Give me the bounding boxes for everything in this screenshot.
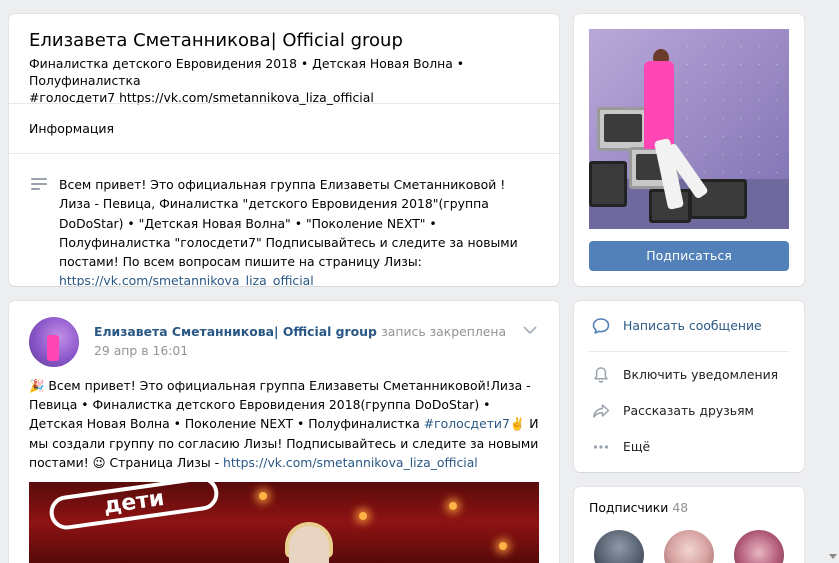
subscribe-button[interactable]: Подписаться [589,241,789,271]
followers-card: Подписчики 48 [574,487,804,563]
share-action[interactable]: Рассказать друзьям [574,394,804,428]
divider [9,103,559,104]
description-link[interactable]: https://vk.com/smetannikova_liza_officia… [59,273,314,286]
info-title[interactable]: Информация [29,121,114,136]
group-header-card: Елизавета Сметанникова| Official group Ф… [9,14,559,286]
group-avatar-card: Подписаться [574,14,804,286]
post-author-avatar[interactable] [29,317,79,367]
post-text-part3: Страница Лизы - [105,454,224,470]
follower-avatar[interactable] [734,530,784,563]
group-description: Всем привет! Это официальная группа Елиз… [59,175,539,286]
write-message-action[interactable]: Написать сообщение [574,309,804,343]
victory-emoji-icon: ✌️ [509,416,526,432]
scroll-down-arrow-icon[interactable] [829,554,837,559]
message-bubble-icon [592,318,610,334]
group-status: Финалистка детского Евровидения 2018 • Д… [29,55,549,106]
post-hashtag-link[interactable]: #голосдети7 [424,416,510,431]
post-pinned-label: запись закреплена [381,324,507,339]
more-dots-icon [593,445,609,449]
chevron-down-icon[interactable] [523,325,537,335]
post-author-line: Елизавета Сметанникова| Official group з… [94,324,506,339]
description-text: Всем привет! Это официальная группа Елиз… [59,177,518,270]
group-status-line1: Финалистка детского Евровидения 2018 • Д… [29,56,465,88]
text-lines-icon [31,178,47,192]
post-text: 🎉 Всем привет! Это официальная группа Ел… [29,376,541,472]
more-label: Ещё [623,439,651,454]
follower-avatar[interactable] [664,530,714,563]
follower-avatar[interactable] [594,530,644,563]
group-avatar-photo[interactable] [589,29,789,229]
followers-count: 48 [672,500,689,515]
followers-title: Подписчики [589,500,669,515]
share-label: Рассказать друзьям [623,403,754,418]
write-message-label: Написать сообщение [623,318,762,333]
post-link[interactable]: https://vk.com/smetannikova_liza_officia… [223,455,478,470]
bell-icon [594,367,608,383]
pinned-post-card: Елизавета Сметанникова| Official group з… [9,301,559,563]
enable-notifications-action[interactable]: Включить уведомления [574,358,804,392]
page-scrollbar[interactable] [829,0,839,563]
post-author-link[interactable]: Елизавета Сметанникова| Official group [94,324,377,339]
post-date[interactable]: 29 апр в 16:01 [94,343,188,358]
more-action[interactable]: Ещё [574,430,804,464]
enable-notifications-label: Включить уведомления [623,367,779,382]
post-photo[interactable]: дети [29,482,539,563]
party-emoji-icon: 🎉 [29,378,45,393]
divider [9,153,559,154]
divider [589,351,789,352]
stage-logo: дети [47,482,221,532]
wink-emoji-icon: 😉 [92,454,106,470]
group-name: Елизавета Сметанникова| Official group [29,30,403,51]
group-actions-card: Написать сообщение Включить уведомления … [574,301,804,472]
followers-header[interactable]: Подписчики 48 [589,500,688,515]
share-arrow-icon [593,404,610,418]
